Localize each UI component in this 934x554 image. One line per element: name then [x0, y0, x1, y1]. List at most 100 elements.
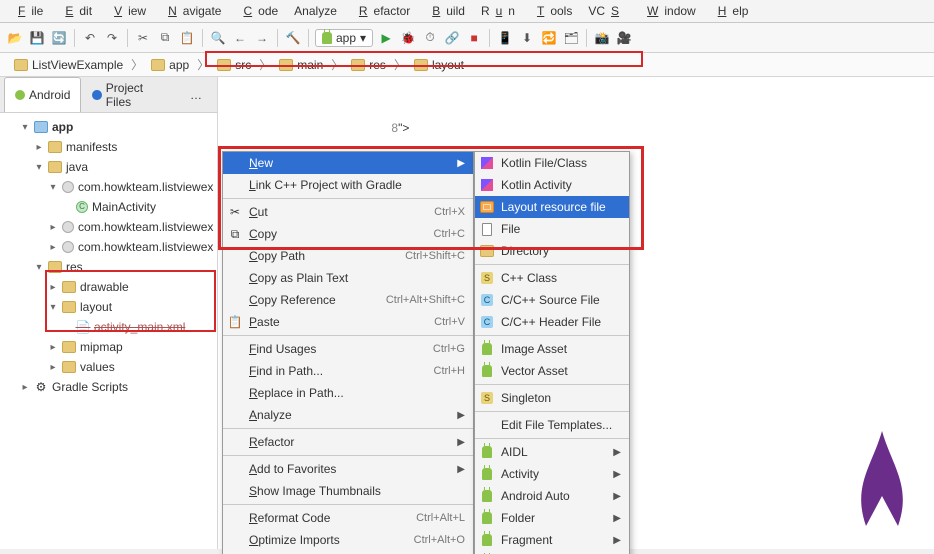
menu-item-singleton[interactable]: SSingleton: [475, 387, 629, 409]
menu-item-copy[interactable]: ⧉CopyCtrl+C: [223, 223, 473, 245]
menu-item-activity[interactable]: Activity▶: [475, 463, 629, 485]
crumb-res[interactable]: res: [345, 57, 392, 73]
menu-window[interactable]: Window: [635, 2, 702, 20]
submenu-arrow-icon: ▶: [457, 410, 465, 421]
undo-icon[interactable]: ↶: [81, 29, 99, 47]
menu-build[interactable]: Build: [420, 2, 471, 20]
crumb-main[interactable]: main: [273, 57, 329, 73]
menu-help[interactable]: Help: [706, 2, 755, 20]
menu-edit[interactable]: Edit: [53, 2, 98, 20]
run-icon[interactable]: ▶: [377, 29, 395, 47]
menu-item-replace-in-path[interactable]: Replace in Path...: [223, 382, 473, 404]
submenu-arrow-icon: ▶: [457, 158, 465, 169]
menu-code[interactable]: Code: [231, 2, 284, 20]
menu-item-link-c-project-with-gradle[interactable]: Link C++ Project with Gradle: [223, 174, 473, 196]
menu-item-layout-resource-file[interactable]: Layout resource file: [475, 196, 629, 218]
redo-icon[interactable]: ↷: [103, 29, 121, 47]
sync-icon[interactable]: 🔁: [540, 29, 558, 47]
menu-item-analyze[interactable]: Analyze▶: [223, 404, 473, 426]
main-toolbar: 📂 💾 🔄 ↶ ↷ ✂ ⧉ 📋 🔍 ← → 🔨 app ▾ ▶ 🐞 ⏱ 🔗 ■ …: [0, 23, 934, 53]
crumb-layout[interactable]: layout: [408, 57, 470, 73]
menu-item-reformat-code[interactable]: Reformat CodeCtrl+Alt+L: [223, 507, 473, 529]
tree-res[interactable]: ▾res: [2, 257, 217, 277]
menu-item-edit-file-templates[interactable]: Edit File Templates...: [475, 414, 629, 436]
save-icon[interactable]: 💾: [28, 29, 46, 47]
debug-icon[interactable]: 🐞: [399, 29, 417, 47]
tree-drawable[interactable]: ▸drawable: [2, 277, 217, 297]
tree-main-activity[interactable]: CMainActivity: [2, 197, 217, 217]
tree-mipmap[interactable]: ▸mipmap: [2, 337, 217, 357]
menu-item-kotlin-activity[interactable]: Kotlin Activity: [475, 174, 629, 196]
menu-run[interactable]: Run: [475, 2, 521, 20]
paste-icon[interactable]: 📋: [178, 29, 196, 47]
menu-item-c-c-header-file[interactable]: CC/C++ Header File: [475, 311, 629, 333]
tree-pkg-test[interactable]: ▸com.howkteam.listviewex: [2, 217, 217, 237]
crumb-app[interactable]: app: [145, 57, 195, 73]
menu-item-kotlin-file-class[interactable]: Kotlin File/Class: [475, 152, 629, 174]
tree-java[interactable]: ▾java: [2, 157, 217, 177]
menu-view[interactable]: View: [102, 2, 152, 20]
tree-pkg-androidtest[interactable]: ▸com.howkteam.listviewex: [2, 237, 217, 257]
menu-item-fragment[interactable]: Fragment▶: [475, 529, 629, 551]
profile-icon[interactable]: ⏱: [421, 29, 439, 47]
menu-item-file[interactable]: File: [475, 218, 629, 240]
menu-analyze[interactable]: Analyze: [288, 2, 343, 20]
tree-pkg-main[interactable]: ▾com.howkteam.listviewex: [2, 177, 217, 197]
stop-icon[interactable]: ■: [465, 29, 483, 47]
menu-file[interactable]: File: [6, 2, 49, 20]
context-submenu-new: Kotlin File/ClassKotlin ActivityLayout r…: [474, 151, 630, 554]
screenshot-icon[interactable]: 📸: [593, 29, 611, 47]
tree-activity-main-xml[interactable]: 📄activity_main.xml: [2, 317, 217, 337]
s-icon: S: [479, 392, 495, 404]
avd-icon[interactable]: 📱: [496, 29, 514, 47]
tab-project-files[interactable]: Project Files: [81, 77, 179, 112]
menu-item-find-usages[interactable]: Find UsagesCtrl+G: [223, 338, 473, 360]
tab-android[interactable]: Android: [4, 77, 81, 112]
open-icon[interactable]: 📂: [6, 29, 24, 47]
sdk-icon[interactable]: ⬇: [518, 29, 536, 47]
menu-item-vector-asset[interactable]: Vector Asset: [475, 360, 629, 382]
run-config-selector[interactable]: app ▾: [315, 29, 373, 47]
refresh-icon[interactable]: 🔄: [50, 29, 68, 47]
tree-layout[interactable]: ▾layout: [2, 297, 217, 317]
attach-icon[interactable]: 🔗: [443, 29, 461, 47]
menu-item-copy-reference[interactable]: Copy ReferenceCtrl+Alt+Shift+C: [223, 289, 473, 311]
structure-icon[interactable]: 🗂: [562, 29, 580, 47]
tree-gradle-scripts[interactable]: ▸⚙Gradle Scripts: [2, 377, 217, 397]
copy-icon[interactable]: ⧉: [156, 29, 174, 47]
menu-item-optimize-imports[interactable]: Optimize ImportsCtrl+Alt+O: [223, 529, 473, 551]
menu-item-paste[interactable]: 📋PasteCtrl+V: [223, 311, 473, 333]
c-icon: C: [479, 316, 495, 328]
menu-item-copy-as-plain-text[interactable]: Copy as Plain Text: [223, 267, 473, 289]
menu-vcs[interactable]: VCS: [582, 2, 631, 20]
menu-tools[interactable]: Tools: [525, 2, 578, 20]
menu-item-c-class[interactable]: SC++ Class: [475, 267, 629, 289]
menu-item-aidl[interactable]: AIDL▶: [475, 441, 629, 463]
forward-icon[interactable]: →: [253, 29, 271, 47]
menu-item-refactor[interactable]: Refactor▶: [223, 431, 473, 453]
menu-navigate[interactable]: Navigate: [156, 2, 227, 20]
menu-item-image-asset[interactable]: Image Asset: [475, 338, 629, 360]
tree-manifests[interactable]: ▸manifests: [2, 137, 217, 157]
menu-item-android-auto[interactable]: Android Auto▶: [475, 485, 629, 507]
menu-item-copy-path[interactable]: Copy PathCtrl+Shift+C: [223, 245, 473, 267]
tab-more[interactable]: …: [179, 77, 213, 112]
crumb-src[interactable]: src: [211, 57, 257, 73]
crumb-project[interactable]: ListViewExample: [8, 57, 129, 73]
back-icon[interactable]: ←: [231, 29, 249, 47]
make-icon[interactable]: 🔨: [284, 29, 302, 47]
menu-item-folder[interactable]: Folder▶: [475, 507, 629, 529]
menu-item-find-in-path[interactable]: Find in Path...Ctrl+H: [223, 360, 473, 382]
menu-item-add-to-favorites[interactable]: Add to Favorites▶: [223, 458, 473, 480]
cut-icon[interactable]: ✂: [134, 29, 152, 47]
find-icon[interactable]: 🔍: [209, 29, 227, 47]
tree-app[interactable]: ▾app: [2, 117, 217, 137]
menu-item-directory[interactable]: Directory: [475, 240, 629, 262]
menu-item-show-image-thumbnails[interactable]: Show Image Thumbnails: [223, 480, 473, 502]
tree-values[interactable]: ▸values: [2, 357, 217, 377]
menu-refactor[interactable]: Refactor: [347, 2, 416, 20]
record-icon[interactable]: 🎥: [615, 29, 633, 47]
menu-item-new[interactable]: New▶: [223, 152, 473, 174]
menu-item-cut[interactable]: ✂CutCtrl+X: [223, 201, 473, 223]
menu-item-c-c-source-file[interactable]: CC/C++ Source File: [475, 289, 629, 311]
